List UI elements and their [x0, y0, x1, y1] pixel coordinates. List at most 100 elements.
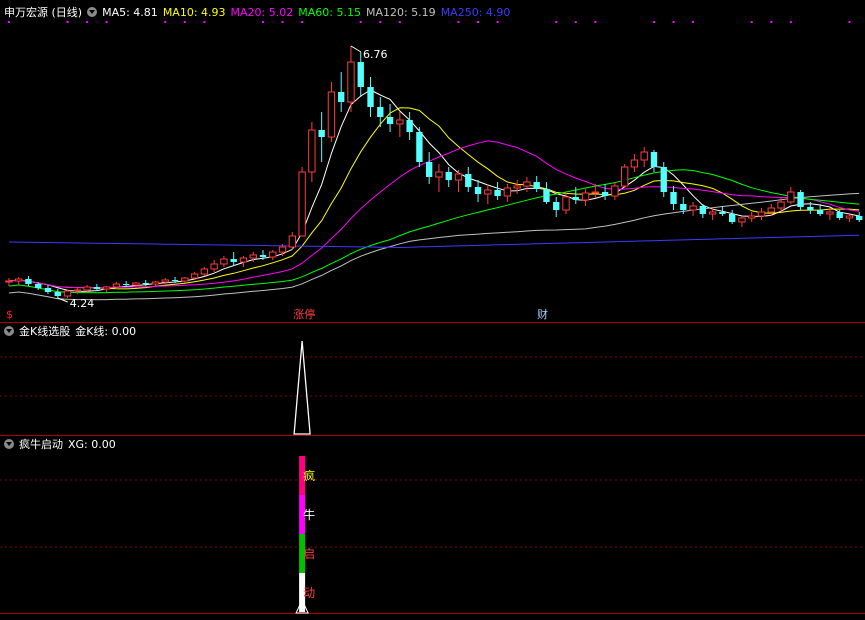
candle-body — [220, 258, 228, 265]
candle-body — [670, 192, 677, 204]
ma-line — [8, 169, 860, 294]
candle-body — [807, 207, 814, 210]
top-dot-mark — [281, 21, 284, 23]
ma-legend: MA5: 4.81 MA10: 4.93 MA20: 5.02 MA60: 5.15 M… — [102, 6, 515, 19]
top-dot-mark — [398, 21, 401, 23]
candle-body — [650, 152, 658, 167]
dollar-marker: $ — [6, 308, 13, 321]
candle-body — [200, 268, 209, 275]
top-dot-mark — [379, 21, 382, 23]
candle-body — [826, 211, 834, 215]
candle-body — [680, 204, 687, 210]
signal-bar-text: 牛 — [303, 507, 315, 522]
candle-body — [5, 280, 13, 283]
top-dot-mark — [164, 21, 167, 23]
top-dot-mark — [66, 21, 69, 23]
candle-body — [73, 289, 81, 292]
candle-body — [367, 87, 374, 107]
candle-body — [181, 277, 189, 282]
candle-body — [435, 171, 443, 178]
candle-body — [767, 207, 775, 213]
candle-body — [93, 287, 101, 289]
candle-body — [620, 166, 629, 187]
candle-body — [543, 189, 550, 202]
candle-body — [210, 263, 218, 270]
candle-body — [230, 259, 237, 262]
signal-bar-text: 启 — [303, 547, 315, 561]
sub2-value: XG: 0.00 — [68, 438, 116, 451]
candle-body — [161, 279, 169, 283]
candle-body — [757, 211, 766, 217]
candle-body — [308, 129, 316, 173]
candle-body — [151, 281, 160, 285]
sub1-value: 金K线: 0.00 — [75, 325, 137, 338]
candle-body — [474, 187, 482, 194]
ma-line — [8, 89, 860, 292]
candle-body — [572, 197, 579, 200]
top-dot-mark — [692, 21, 695, 23]
candle-body — [513, 185, 521, 189]
top-dot-mark — [496, 21, 499, 23]
ma-legend-item: MA250: 4.90 — [440, 6, 511, 19]
candle-body — [738, 217, 746, 223]
signal-bar-text: 疯 — [303, 468, 315, 483]
candle-body — [14, 278, 23, 282]
candle-body — [35, 284, 42, 288]
top-dot-mark — [183, 21, 186, 23]
top-dot-mark — [750, 21, 753, 23]
candle-body — [777, 201, 785, 209]
signal-bar-text: 动 — [303, 586, 315, 600]
high-pointer — [350, 45, 362, 53]
panel-menu-icon[interactable] — [87, 7, 98, 17]
candle-body — [347, 61, 355, 103]
candle-body — [856, 216, 863, 220]
candle-body — [581, 192, 590, 201]
panel-menu-icon[interactable] — [4, 326, 14, 336]
candle-body — [239, 257, 248, 263]
candle-body — [611, 185, 619, 197]
candle-body — [63, 290, 72, 297]
candle-body — [454, 173, 463, 181]
candle-body — [416, 132, 423, 162]
top-dot-mark — [789, 21, 792, 23]
candle-body — [445, 172, 452, 180]
top-dot-mark — [574, 21, 577, 23]
candle-body — [327, 91, 336, 138]
top-dot-mark — [848, 21, 851, 23]
candle-body — [357, 62, 364, 87]
candle-body — [298, 171, 306, 237]
event-marker: 涨停 — [293, 307, 315, 321]
candle-body — [503, 187, 512, 197]
panel-menu-icon[interactable] — [4, 439, 14, 449]
top-dot-mark — [770, 21, 773, 23]
top-dot-mark — [672, 21, 675, 23]
top-dot-mark — [477, 21, 480, 23]
candle-body — [689, 205, 697, 211]
candle-body — [699, 206, 707, 214]
candle-body — [83, 286, 91, 291]
top-dot-mark — [262, 21, 265, 23]
candle-body — [269, 251, 277, 258]
sub1-panel-header: 金K线选股 金K线: 0.00 — [4, 325, 141, 339]
candle-body — [44, 288, 52, 292]
event-marker: 财 — [537, 307, 548, 321]
candle-body — [112, 283, 121, 288]
candle-body — [640, 151, 648, 161]
candle-body — [406, 120, 413, 132]
candle-body — [484, 189, 492, 195]
candle-body — [708, 211, 717, 215]
candle-body — [816, 210, 824, 214]
candle-body — [787, 191, 795, 203]
top-dot-mark — [555, 21, 558, 23]
candle-body — [797, 192, 804, 207]
candle-body — [836, 212, 843, 218]
top-dot-mark — [594, 21, 597, 23]
ma-legend-item: MA10: 4.93 — [162, 6, 226, 19]
candle-body — [190, 273, 199, 279]
candle-body — [54, 292, 61, 296]
candle-body — [601, 192, 609, 196]
top-dot-mark — [7, 21, 10, 23]
candle-body — [338, 92, 345, 102]
top-dot-mark — [203, 21, 206, 23]
top-dot-mark — [359, 21, 362, 23]
